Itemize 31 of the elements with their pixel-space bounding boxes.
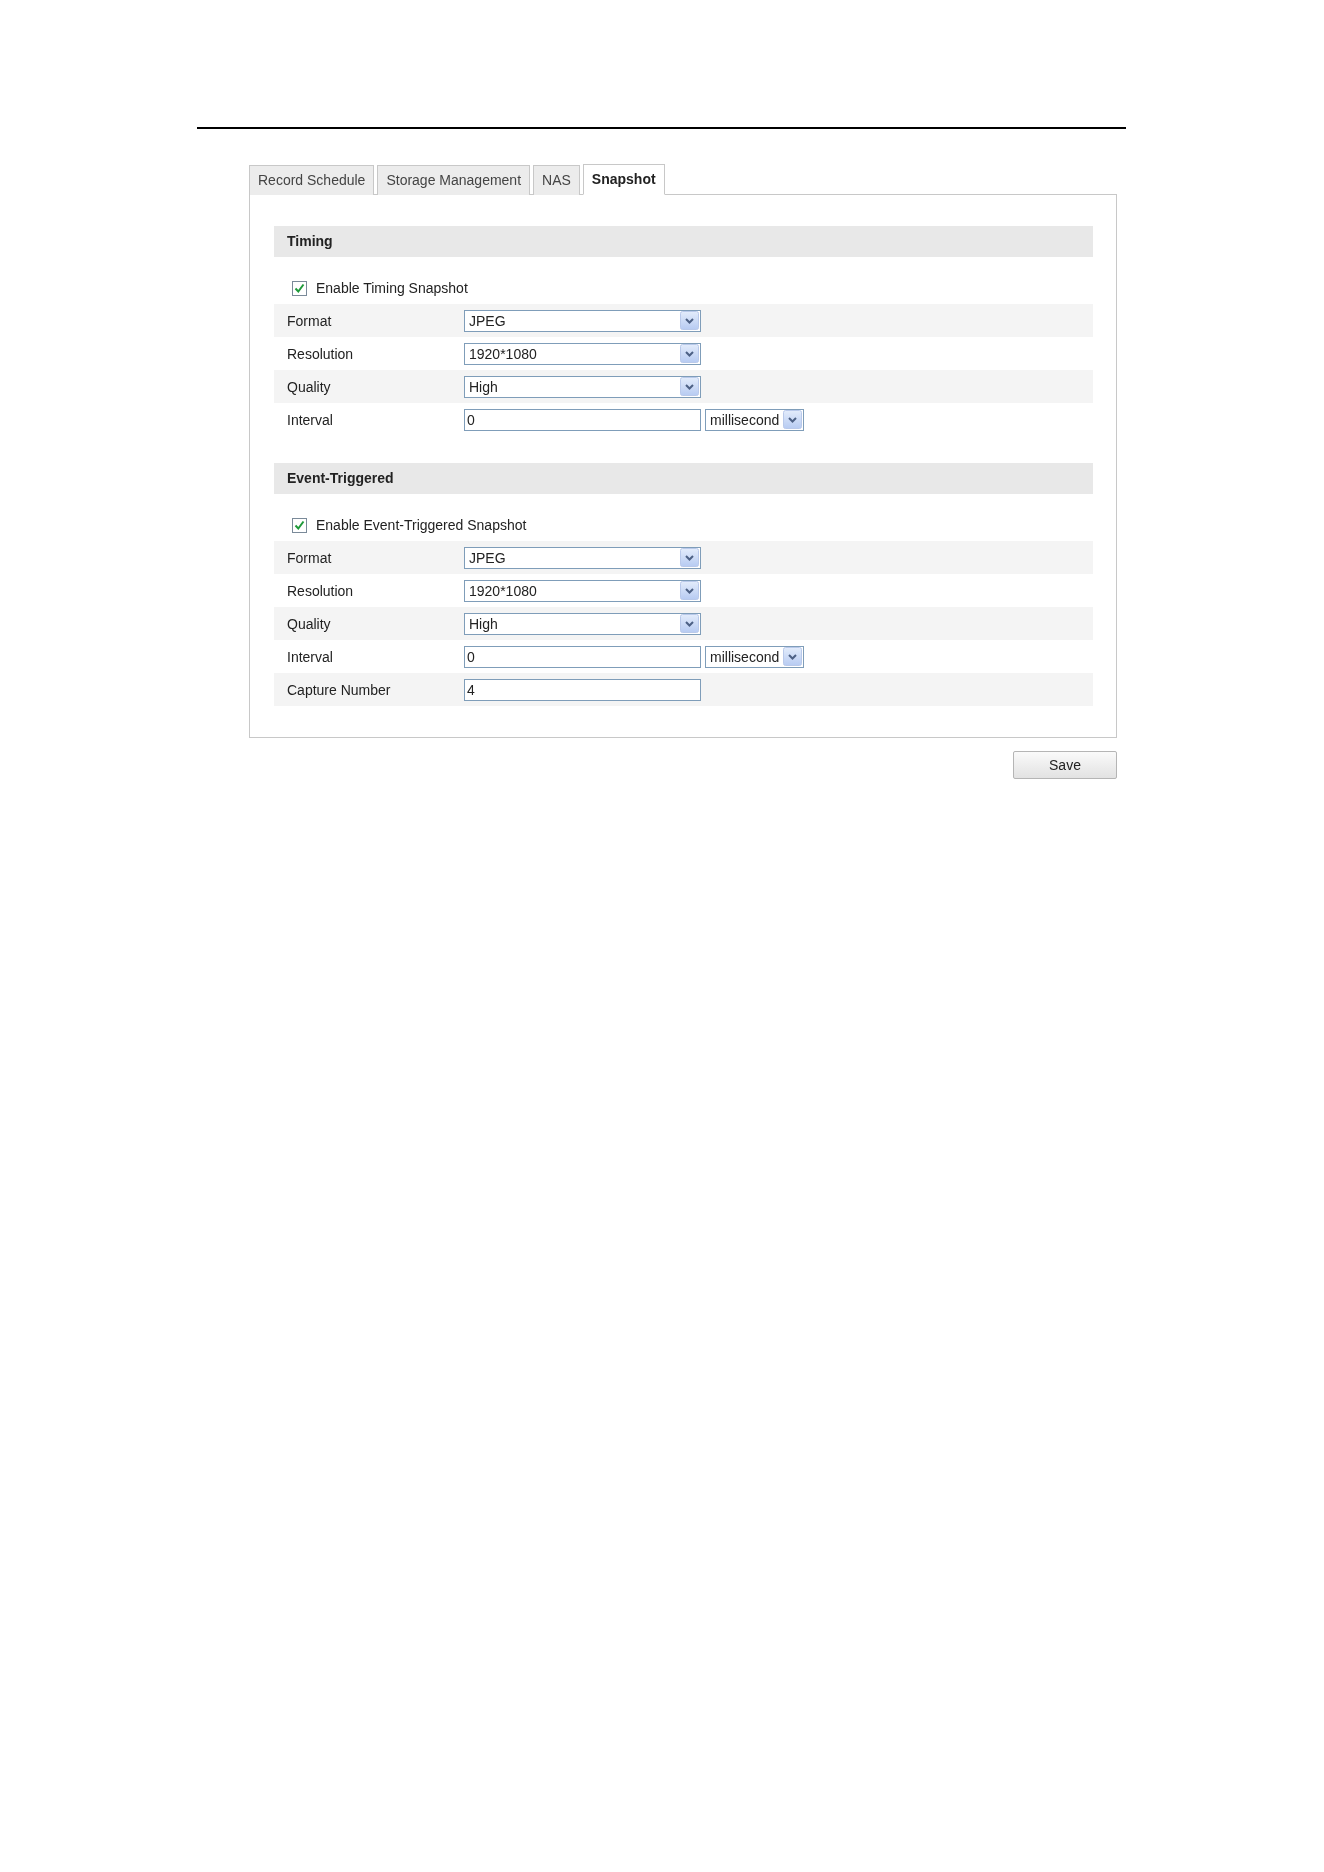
field-label: Quality bbox=[286, 378, 332, 395]
dropdown-field[interactable]: High bbox=[464, 612, 701, 635]
section-header: Event-Triggered bbox=[274, 463, 1093, 494]
field-label: Format bbox=[286, 549, 333, 566]
dropdown-field[interactable]: High bbox=[464, 375, 701, 398]
checkbox-label: Enable Event-Triggered Snapshot bbox=[316, 517, 527, 533]
dropdown-field[interactable]: millisecond bbox=[705, 408, 804, 431]
field-label: Interval bbox=[286, 648, 334, 665]
dropdown-field[interactable]: JPEG bbox=[464, 309, 701, 332]
field-label: Capture Number bbox=[286, 681, 392, 698]
field-label: Quality bbox=[286, 615, 332, 632]
field-label: Interval bbox=[286, 411, 334, 428]
checkbox-label: Enable Timing Snapshot bbox=[316, 280, 468, 296]
tab[interactable]: Record Schedule bbox=[249, 165, 375, 195]
input-field[interactable]: 0 bbox=[464, 408, 701, 431]
save-button[interactable]: Save bbox=[1013, 751, 1117, 779]
tab[interactable]: Storage Management bbox=[377, 165, 531, 195]
dropdown-field[interactable]: millisecond bbox=[705, 645, 804, 668]
input-field[interactable]: 0 bbox=[464, 645, 701, 668]
tab[interactable]: NAS bbox=[533, 165, 580, 195]
dropdown-field[interactable]: 1920*1080 bbox=[464, 342, 701, 365]
dropdown-field[interactable]: 1920*1080 bbox=[464, 579, 701, 602]
checkbox[interactable] bbox=[292, 517, 307, 533]
dropdown-field[interactable]: JPEG bbox=[464, 546, 701, 569]
section-header: Timing bbox=[274, 226, 1093, 257]
tab[interactable]: Snapshot bbox=[582, 164, 665, 195]
field-label: Resolution bbox=[286, 345, 355, 362]
checkbox[interactable] bbox=[292, 280, 307, 296]
input-field[interactable]: 4 bbox=[464, 678, 701, 701]
field-label: Resolution bbox=[286, 582, 355, 599]
field-label: Format bbox=[286, 312, 333, 329]
